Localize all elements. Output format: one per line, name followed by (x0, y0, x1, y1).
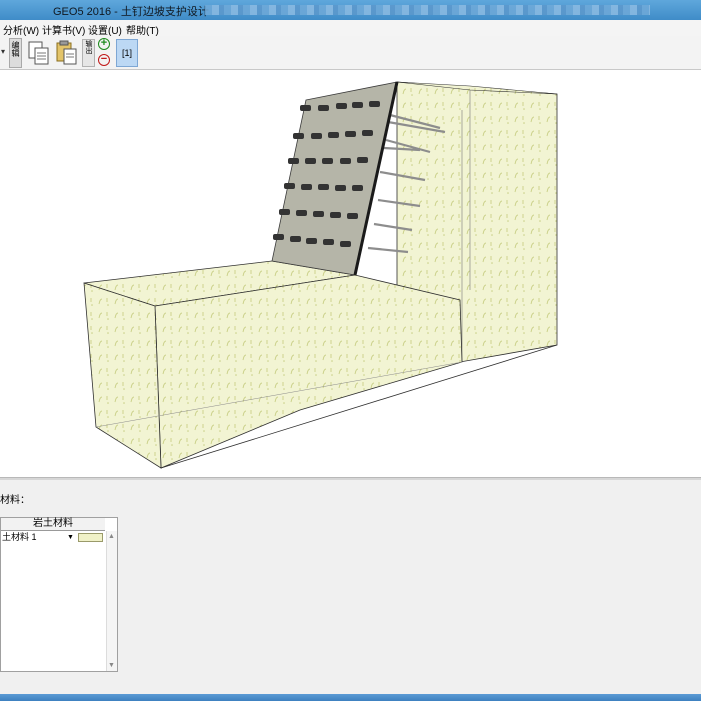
bottom-panel: 材料： 岩土材料 土材料 1 ▼ ▲ ▼ (0, 480, 701, 694)
grid-header-material: 岩土材料 (1, 518, 105, 531)
3d-viewport[interactable] (0, 71, 701, 477)
copy-icon[interactable] (27, 40, 51, 66)
view-1-label: [1] (121, 48, 132, 58)
edit-vertical-label: 编辑 (11, 41, 20, 57)
output-label: 输出 (85, 40, 92, 54)
toolbar: ▾ 编辑 输出 + − [1] (0, 36, 701, 70)
material-name: 土材料 1 (2, 532, 37, 542)
soil-side-face (83, 282, 162, 469)
scroll-up-icon[interactable]: ▲ (108, 533, 115, 540)
grid-scrollbar[interactable]: ▲ ▼ (106, 531, 117, 671)
title-redacted (205, 5, 650, 15)
remove-symbol: − (100, 53, 108, 65)
title-bar: GEO5 2016 - 土钉边坡支护设计 (0, 0, 701, 20)
menu-bar: 分析(W) 计算书(V) 设置(U) 帮助(T) (0, 20, 701, 37)
soil-front-face (154, 274, 463, 469)
remove-icon[interactable]: − (98, 54, 110, 66)
materials-label: 材料： (0, 495, 30, 506)
edit-vertical-button[interactable]: 编辑 (9, 38, 22, 68)
window-title: GEO5 2016 - 土钉边坡支护设计 (53, 6, 209, 18)
materials-grid[interactable]: 岩土材料 土材料 1 ▼ ▲ ▼ (0, 517, 118, 672)
add-symbol: + (100, 37, 108, 49)
output-button[interactable]: 输出 (82, 39, 95, 67)
menu-settings[interactable]: 设置(U) (88, 22, 122, 37)
chevron-down-icon[interactable]: ▼ (67, 534, 74, 541)
wall-facing (271, 81, 398, 276)
add-icon[interactable]: + (98, 38, 110, 50)
copy-to-clipboard-icon[interactable] (55, 40, 79, 66)
soil-nail-model (83, 81, 558, 469)
menu-help[interactable]: 帮助(T) (126, 22, 159, 37)
toolbar-dropdown-arrow-icon[interactable]: ▾ (1, 47, 5, 56)
view-1-button[interactable]: [1] (116, 39, 138, 67)
menu-analysis[interactable]: 分析(W) (3, 22, 39, 37)
menu-report[interactable]: 计算书(V) (42, 22, 85, 37)
material-color-swatch[interactable] (78, 533, 103, 542)
scroll-down-icon[interactable]: ▼ (108, 662, 115, 669)
status-bar (0, 694, 701, 701)
